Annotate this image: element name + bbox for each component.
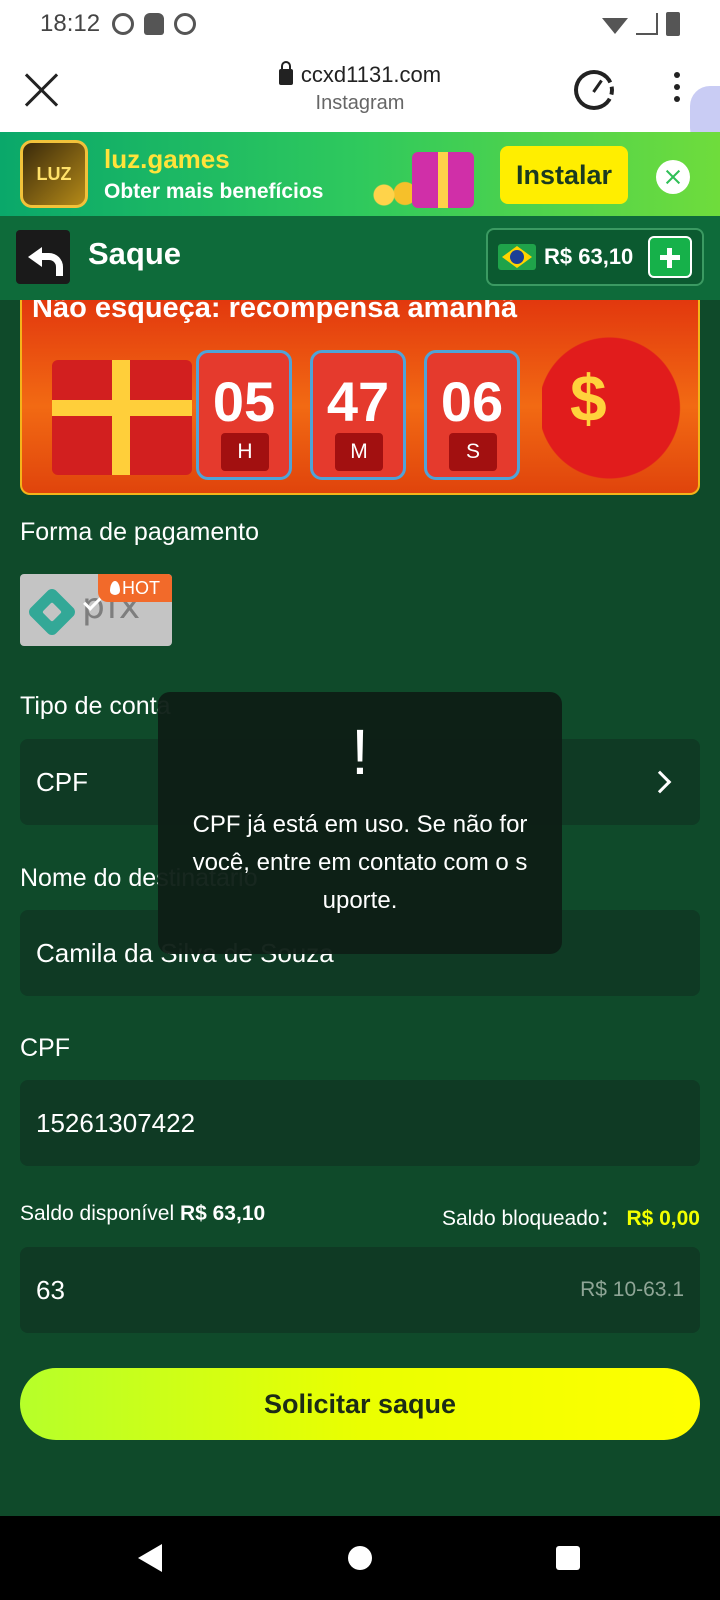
status-time: 18:12 [40, 10, 101, 37]
promo-title: Não esqueça: recompensa amanhã [32, 300, 518, 324]
nav-back-icon[interactable] [138, 1544, 162, 1572]
blocked-balance-value: R$ 0,00 [626, 1207, 700, 1230]
url-subtitle: Instagram [315, 92, 405, 114]
cpf-label: CPF [20, 1034, 70, 1062]
balance-box: R$ 63,10 [486, 228, 704, 286]
browser-bar: ccxd1131.com Instagram [0, 48, 720, 132]
available-balance-label: Saldo disponível [20, 1202, 175, 1225]
error-toast: ! CPF já está em uso. Se não for você, e… [158, 692, 562, 954]
android-icon [144, 13, 165, 35]
pix-payment-option[interactable]: pix HOT [20, 574, 172, 646]
app-logo: LUZ [20, 140, 88, 208]
chevron-right-icon [648, 770, 672, 794]
countdown-minutes: 47 M [310, 350, 406, 480]
cpf-value: 15261307422 [36, 1107, 196, 1138]
install-button[interactable]: Instalar [500, 146, 628, 204]
gift-illustration [366, 138, 486, 214]
navigation-bar [0, 1516, 720, 1600]
countdown-seconds: 06 S [424, 350, 520, 480]
header-balance: R$ 63,10 [544, 244, 634, 269]
url-box: ccxd1131.com Instagram [180, 61, 540, 115]
hot-badge: HOT [98, 574, 172, 602]
back-button[interactable] [16, 230, 70, 284]
gift-box-icon [52, 360, 192, 475]
install-banner: LUZ luz.games Obter mais benefícios Inst… [0, 132, 720, 216]
request-withdrawal-button[interactable]: Solicitar saque [20, 1368, 700, 1440]
more-options-icon[interactable] [674, 72, 680, 102]
app-tagline: Obter mais benefícios [104, 180, 324, 203]
exclamation-icon: ! [351, 716, 369, 788]
app-header: Saque R$ 63,10 [0, 216, 720, 300]
close-icon[interactable] [24, 72, 60, 108]
wifi-icon [602, 18, 628, 34]
page-title: Saque [88, 236, 182, 271]
dismiss-banner-icon[interactable] [656, 160, 690, 194]
flame-icon [110, 581, 120, 595]
amount-range-hint: R$ 10-63.1 [580, 1278, 684, 1301]
amount-field[interactable]: 63 R$ 10-63.1 [20, 1247, 700, 1333]
battery-icon [666, 12, 680, 36]
available-balance-value: R$ 63,10 [179, 1202, 266, 1225]
app-name: luz.games [104, 144, 230, 174]
account-type-label: Tipo de conta [20, 692, 171, 720]
add-balance-button[interactable] [648, 236, 692, 278]
payment-method-label: Forma de pagamento [20, 518, 260, 546]
blocked-balance-label: Saldo bloqueado： [441, 1207, 621, 1230]
whatsapp-icon [112, 13, 135, 35]
amount-value: 63 [36, 1274, 65, 1305]
brazil-flag-icon [498, 244, 536, 270]
status-bar: 18:12 [0, 0, 720, 48]
nav-home-icon[interactable] [348, 1546, 372, 1570]
promo-banner[interactable]: Não esqueça: recompensa amanhã $ 05 H 47… [20, 300, 700, 495]
timer-icon[interactable] [574, 70, 614, 110]
cpf-field[interactable]: 15261307422 [20, 1080, 700, 1166]
back-arrow-icon [28, 245, 63, 276]
pix-icon [26, 586, 78, 638]
dollar-icon: $ [570, 361, 607, 435]
nav-recents-icon[interactable] [556, 1546, 580, 1570]
url-text: ccxd1131.com [300, 62, 442, 87]
lock-icon [278, 61, 293, 85]
account-type-value: CPF [36, 766, 88, 797]
countdown-hours: 05 H [196, 350, 292, 480]
signal-icon [636, 13, 658, 35]
app-notification-icon [174, 13, 197, 35]
toast-message: CPF já está em uso. Se não for você, ent… [192, 811, 528, 914]
money-bag-icon [542, 320, 692, 480]
